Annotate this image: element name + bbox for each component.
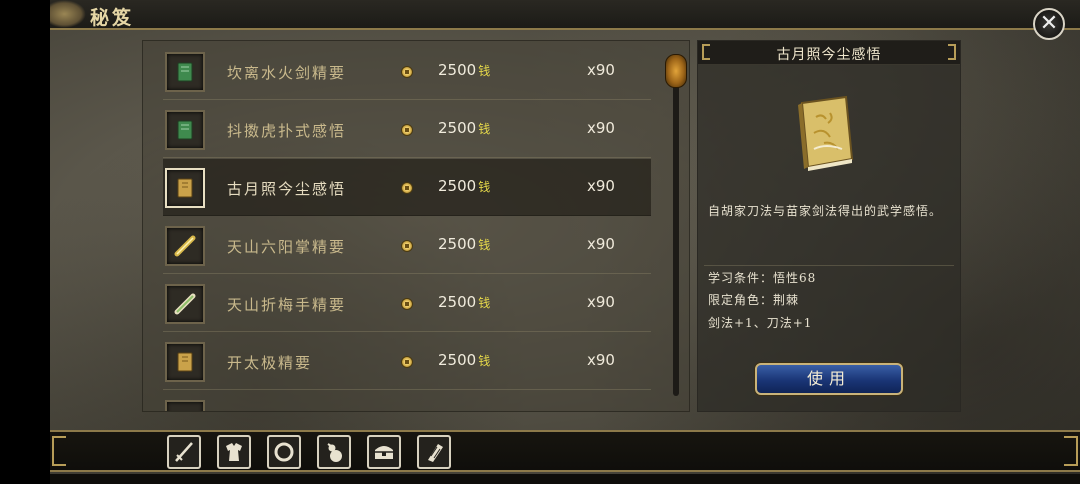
currency-label: 钱 — [478, 180, 491, 194]
item-quantity: x90 — [587, 177, 615, 195]
item-list-panel: 坎离水火剑精要 2500 钱 x90 抖擞虎扑式感悟 2500 钱 x90 古月照今… — [142, 40, 690, 412]
item-slot-icon — [165, 400, 205, 411]
list-item-partial[interactable] — [163, 391, 651, 411]
currency-label: 钱 — [478, 238, 491, 252]
tab-accessory[interactable] — [267, 435, 301, 469]
item-name: 开太极精要 — [227, 354, 313, 372]
game-area: 秘笈 ✕ 坎离水火剑精要 2500 钱 x90 抖擞虎扑式感悟 2500 钱 x… — [50, 0, 1080, 484]
scrollbar-thumb[interactable] — [665, 54, 687, 88]
skill-bonus: 剑法+1、刀法+1 — [708, 316, 813, 330]
close-button[interactable]: ✕ — [1033, 8, 1065, 40]
item-quantity: x90 — [587, 351, 615, 369]
robe-icon — [226, 443, 242, 461]
currency-label: 钱 — [478, 64, 491, 78]
list-item-selected[interactable]: 古月照今尘感悟 2500 钱 x90 — [163, 159, 651, 216]
coin-icon — [401, 356, 413, 368]
coin-icon — [401, 66, 413, 78]
item-quantity: x90 — [587, 119, 615, 137]
item-quantity: x90 — [587, 293, 615, 311]
divider — [704, 265, 954, 266]
item-quantity: x90 — [587, 61, 615, 79]
item-price: 2500 钱 — [438, 293, 491, 311]
green-book-icon — [165, 110, 205, 150]
item-price: 2500 钱 — [438, 177, 491, 195]
green-scroll-icon — [165, 284, 205, 324]
window-title: 秘笈 — [90, 7, 135, 29]
item-quantity: x90 — [587, 235, 615, 253]
item-price: 2500 钱 — [438, 119, 491, 137]
tab-armor[interactable] — [217, 435, 251, 469]
item-price: 2500 钱 — [438, 235, 491, 253]
ring-icon — [274, 442, 294, 462]
gourd-icon — [327, 443, 342, 462]
currency-label: 钱 — [478, 354, 491, 368]
item-name: 抖擞虎扑式感悟 — [227, 122, 347, 140]
currency-label: 钱 — [478, 296, 491, 310]
title-bar: 秘笈 — [50, 0, 1080, 30]
screen: 秘笈 ✕ 坎离水火剑精要 2500 钱 x90 抖擞虎扑式感悟 2500 钱 x… — [0, 0, 1080, 484]
scrollbar-track[interactable] — [673, 56, 679, 396]
item-name: 古月照今尘感悟 — [227, 180, 347, 198]
coin-icon — [401, 124, 413, 136]
tab-weapon[interactable] — [167, 435, 201, 469]
bottom-tab-bar — [50, 430, 1080, 472]
coin-icon — [401, 240, 413, 252]
use-button[interactable]: 使用 — [755, 363, 903, 395]
item-name: 坎离水火剑精要 — [227, 64, 347, 82]
yellow-scroll-icon — [165, 226, 205, 266]
bar-ornament — [1064, 436, 1078, 466]
sword-icon — [175, 442, 193, 462]
book-illustration-icon — [794, 93, 858, 177]
tab-consumable[interactable] — [317, 435, 351, 469]
detail-title: 古月照今尘感悟 — [776, 47, 882, 63]
detail-panel: 古月照今尘感悟 自胡家刀法与苗家剑法得出的武学感悟。 学习条件：悟性68 限定角… — [697, 40, 961, 412]
list-item[interactable]: 天山六阳掌精要 2500 钱 x90 — [163, 217, 651, 274]
list-item[interactable]: 开太极精要 2500 钱 x90 — [163, 333, 651, 390]
detail-description: 自胡家刀法与苗家剑法得出的武学感悟。 — [708, 204, 943, 218]
currency-label: 钱 — [478, 122, 491, 136]
role-restriction: 限定角色：荆棘 — [708, 293, 800, 307]
item-name: 天山折梅手精要 — [227, 296, 347, 314]
title-ornament — [50, 0, 86, 28]
tab-misc[interactable] — [367, 435, 401, 469]
list-item[interactable]: 天山折梅手精要 2500 钱 x90 — [163, 275, 651, 332]
learn-requirement: 学习条件：悟性68 — [708, 271, 817, 285]
tab-manual[interactable] — [417, 435, 451, 469]
detail-title-bar: 古月照今尘感悟 — [698, 41, 960, 65]
scroll-icon — [428, 444, 443, 462]
item-price: 2500 钱 — [438, 61, 491, 79]
bar-ornament — [52, 436, 66, 466]
coin-icon — [401, 182, 413, 194]
list-item[interactable]: 抖擞虎扑式感悟 2500 钱 x90 — [163, 101, 651, 158]
yellow-book-icon — [165, 168, 205, 208]
list-item[interactable]: 坎离水火剑精要 2500 钱 x90 — [163, 43, 651, 100]
chest-icon — [375, 446, 393, 459]
close-icon: ✕ — [1039, 11, 1059, 36]
coin-icon — [401, 298, 413, 310]
footer-strip — [50, 474, 1080, 484]
item-price: 2500 钱 — [438, 351, 491, 369]
item-name: 天山六阳掌精要 — [227, 238, 347, 256]
green-book-icon — [165, 52, 205, 92]
yellow-book-icon — [165, 342, 205, 382]
